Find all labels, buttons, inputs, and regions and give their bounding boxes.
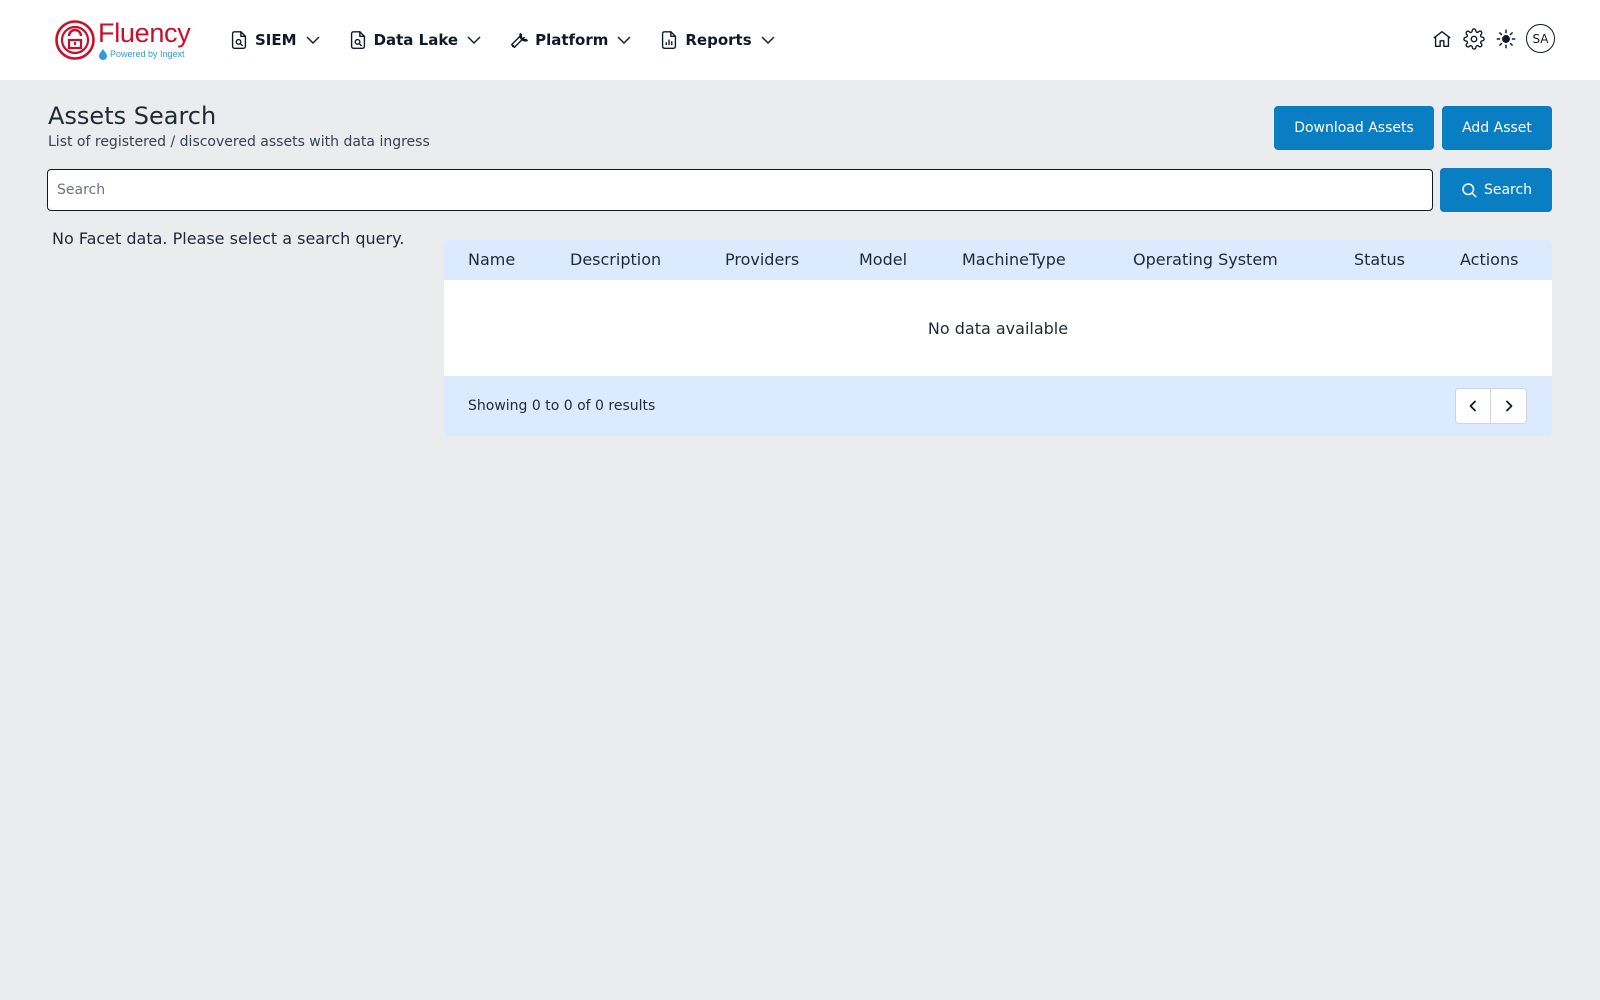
settings-button[interactable] bbox=[1462, 27, 1486, 51]
chevron-down-icon bbox=[761, 36, 775, 44]
column-header-name[interactable]: Name bbox=[468, 240, 515, 280]
search-button[interactable]: Search bbox=[1440, 168, 1552, 212]
previous-page-button[interactable] bbox=[1455, 388, 1491, 424]
column-header-actions: Actions bbox=[1460, 250, 1519, 269]
top-navigation-bar: Fluency Powered by Ingext SIEM Data Lake bbox=[0, 0, 1600, 80]
wrench-icon bbox=[511, 32, 529, 49]
user-avatar[interactable]: SA bbox=[1526, 24, 1555, 53]
theme-toggle-button[interactable] bbox=[1494, 27, 1518, 51]
chevron-down-icon bbox=[467, 36, 481, 44]
nav-menu-siem[interactable]: SIEM bbox=[228, 22, 321, 58]
page-title: Assets Search bbox=[48, 102, 217, 130]
top-right-toolbar: SA bbox=[1422, 24, 1555, 53]
column-header-status[interactable]: Status bbox=[1354, 240, 1405, 280]
facet-empty-message: No Facet data. Please select a search qu… bbox=[52, 229, 405, 248]
pagination bbox=[1455, 388, 1527, 424]
nav-menu-reports[interactable]: Reports bbox=[658, 22, 775, 58]
nav-menu-data-lake[interactable]: Data Lake bbox=[347, 22, 483, 58]
column-header-machinetype[interactable]: MachineType bbox=[962, 240, 1066, 280]
table-footer: Showing 0 to 0 of 0 results bbox=[444, 376, 1552, 436]
table-empty-message: No data available bbox=[927, 318, 1069, 338]
column-header-description[interactable]: Description bbox=[570, 240, 661, 280]
fluency-logo-icon bbox=[55, 20, 95, 60]
file-search-icon bbox=[350, 31, 365, 49]
results-summary: Showing 0 to 0 of 0 results bbox=[468, 398, 656, 414]
add-asset-button[interactable]: Add Asset bbox=[1442, 106, 1552, 150]
nav-label: Data Lake bbox=[373, 31, 459, 49]
chevron-down-icon bbox=[306, 36, 320, 44]
nav-label: Reports bbox=[685, 31, 752, 49]
file-search-icon bbox=[231, 31, 247, 49]
search-button-label: Search bbox=[1483, 182, 1533, 198]
gear-icon bbox=[1463, 27, 1485, 50]
assets-table: Name Description Providers Model Machine… bbox=[444, 240, 1552, 436]
column-header-operating-system[interactable]: Operating System bbox=[1133, 240, 1278, 280]
brand-tagline: Powered by Ingext bbox=[110, 49, 185, 59]
search-icon bbox=[1462, 183, 1477, 198]
next-page-button[interactable] bbox=[1491, 388, 1527, 424]
table-header: Name Description Providers Model Machine… bbox=[444, 240, 1552, 280]
home-button[interactable] bbox=[1430, 27, 1454, 51]
nav-label: SIEM bbox=[255, 31, 297, 49]
file-chart-icon bbox=[662, 31, 677, 49]
main-menu: SIEM Data Lake Platform Reports bbox=[228, 0, 802, 80]
chevron-down-icon bbox=[617, 36, 631, 44]
nav-label: Platform bbox=[535, 31, 609, 49]
ingext-drop-icon bbox=[99, 49, 107, 60]
chevron-right-icon bbox=[1505, 400, 1512, 412]
search-input[interactable] bbox=[47, 169, 1433, 211]
brand-name: Fluency bbox=[98, 18, 191, 48]
download-assets-button[interactable]: Download Assets bbox=[1274, 106, 1434, 150]
page-subtitle: List of registered / discovered assets w… bbox=[48, 134, 430, 150]
nav-menu-platform[interactable]: Platform bbox=[508, 22, 632, 58]
sun-icon bbox=[1496, 29, 1516, 48]
fluency-logo[interactable]: Fluency Powered by Ingext bbox=[54, 18, 194, 62]
column-header-model[interactable]: Model bbox=[859, 240, 907, 280]
chevron-left-icon bbox=[1469, 400, 1476, 412]
home-icon bbox=[1433, 30, 1451, 47]
column-header-providers[interactable]: Providers bbox=[725, 240, 799, 280]
